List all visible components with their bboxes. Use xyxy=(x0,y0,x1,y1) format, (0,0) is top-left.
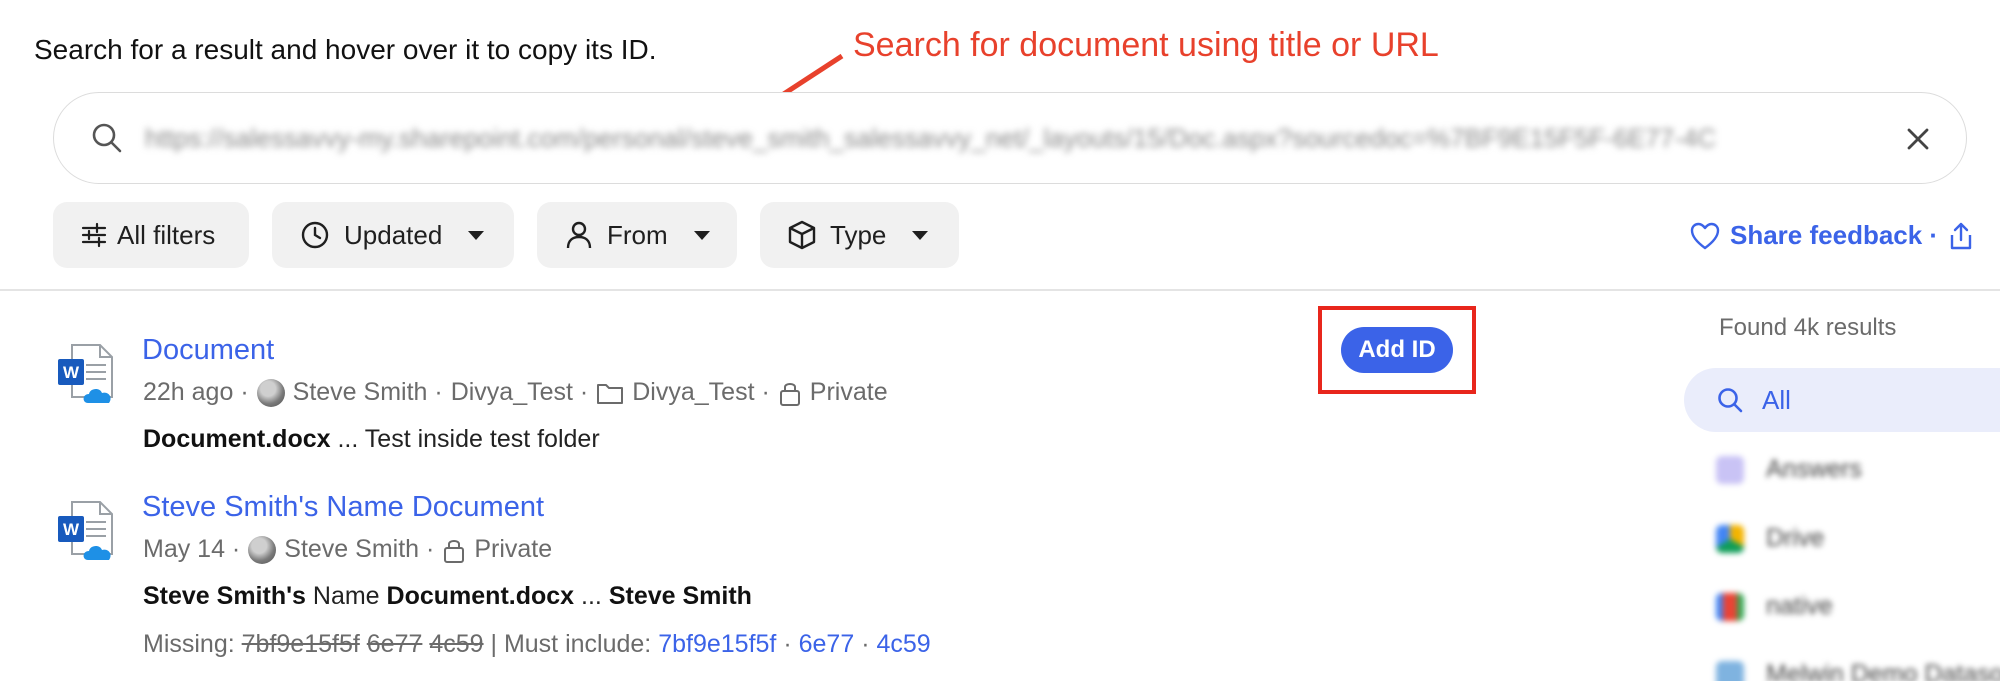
must-include-token[interactable]: 4c59 xyxy=(876,630,930,658)
word-document-icon: W xyxy=(58,344,113,403)
svg-text:W: W xyxy=(63,363,80,382)
search-input[interactable] xyxy=(145,118,1895,158)
sidebar-item-label: native xyxy=(1766,592,1833,620)
folder-icon xyxy=(597,383,624,404)
result-privacy: Private xyxy=(809,378,888,406)
all-filters-button[interactable]: All filters xyxy=(53,202,249,268)
snippet-highlight: Document.docx xyxy=(386,582,575,610)
sidebar-item-label: Melwin Demo Datasource xyxy=(1766,660,2000,681)
snippet-text: ... Test inside test folder xyxy=(330,425,600,453)
result-folder: Divya_Test · xyxy=(632,378,770,406)
result-time: 22h ago · xyxy=(143,378,249,406)
add-id-button[interactable]: Add ID xyxy=(1341,327,1453,373)
must-include-label: | Must include: xyxy=(490,630,652,658)
cube-icon xyxy=(788,220,816,250)
separator: · xyxy=(861,630,870,658)
drive-icon xyxy=(1716,524,1744,553)
sidebar-item-native[interactable]: native xyxy=(1716,592,1833,621)
missing-token: 6e77 xyxy=(366,630,423,658)
heart-icon xyxy=(1690,222,1720,249)
sidebar-item-datasource[interactable]: Melwin Demo Datasource xyxy=(1716,660,2000,681)
must-include-token[interactable]: 6e77 xyxy=(799,630,855,658)
sidebar-item-label: Drive xyxy=(1766,524,1825,552)
header-divider xyxy=(0,289,2000,291)
result-title-link[interactable]: Document xyxy=(142,334,274,367)
result-source: Divya_Test · xyxy=(450,378,589,406)
chevron-down-icon xyxy=(693,230,710,240)
missing-token: 7bf9e15f5f xyxy=(241,630,360,658)
answers-icon xyxy=(1716,455,1744,484)
chevron-down-icon xyxy=(468,230,485,240)
result-snippet: Document.docx ... Test inside test folde… xyxy=(143,425,600,454)
from-filter-label: From xyxy=(607,219,668,250)
separator: · xyxy=(783,630,792,658)
svg-text:W: W xyxy=(63,520,80,539)
sidebar-item-answers[interactable]: Answers xyxy=(1716,455,1862,484)
result-author: Steve Smith · xyxy=(292,378,443,406)
type-filter-label: Type xyxy=(830,219,887,250)
result-privacy: Private xyxy=(474,535,553,563)
person-icon xyxy=(566,221,592,249)
avatar xyxy=(256,378,285,407)
share-feedback-label: Share feedback · xyxy=(1730,220,1939,250)
result-snippet: Steve Smith's Name Document.docx ... Ste… xyxy=(143,582,752,611)
result-meta: 22h ago · Steve Smith · Divya_Test · Div… xyxy=(143,378,888,407)
result-author: Steve Smith · xyxy=(284,535,435,563)
sidebar-item-label: Answers xyxy=(1766,455,1862,483)
updated-filter-label: Updated xyxy=(344,219,443,250)
share-feedback-link[interactable]: Share feedback · xyxy=(1690,220,1974,251)
lock-icon xyxy=(779,382,800,406)
instruction-text: Search for a result and hover over it to… xyxy=(34,34,657,65)
gmail-icon xyxy=(1716,592,1744,621)
avatar xyxy=(248,535,277,564)
snippet-highlight: Steve Smith's xyxy=(143,582,306,610)
must-include-token[interactable]: 7bf9e15f5f xyxy=(658,630,776,658)
datasource-icon xyxy=(1716,660,1744,681)
all-filters-label: All filters xyxy=(117,219,216,250)
word-document-icon: W xyxy=(58,501,113,560)
clock-icon xyxy=(301,221,329,249)
result-title-link[interactable]: Steve Smith's Name Document xyxy=(142,491,544,524)
result-count: Found 4k results xyxy=(1719,314,1897,341)
from-filter-button[interactable]: From xyxy=(537,202,737,268)
sliders-icon xyxy=(81,222,107,248)
snippet-highlight: Document.docx xyxy=(143,425,331,453)
chevron-down-icon xyxy=(912,230,929,240)
missing-label: Missing: xyxy=(143,630,235,658)
type-filter-button[interactable]: Type xyxy=(760,202,959,268)
sidebar-item-drive[interactable]: Drive xyxy=(1716,524,1824,553)
snippet-text: ... xyxy=(574,582,609,610)
snippet-highlight: Steve Smith xyxy=(608,582,752,610)
share-icon xyxy=(1950,222,1972,249)
result-meta: May 14 · Steve Smith · Private xyxy=(143,535,552,564)
search-icon xyxy=(1718,388,1743,413)
sidebar-item-all[interactable]: All xyxy=(1684,368,2000,432)
annotation-label: Search for document using title or URL xyxy=(853,26,1439,64)
snippet-text: Name xyxy=(305,582,387,610)
missing-terms-line: Missing: 7bf9e15f5f 6e77 4c59 | Must inc… xyxy=(143,630,931,659)
lock-icon xyxy=(444,539,465,563)
search-icon xyxy=(92,123,122,153)
missing-token: 4c59 xyxy=(429,630,484,658)
result-time: May 14 · xyxy=(143,535,241,563)
close-icon[interactable] xyxy=(1904,125,1932,153)
sidebar-item-label: All xyxy=(1762,384,1791,415)
updated-filter-button[interactable]: Updated xyxy=(272,202,514,268)
